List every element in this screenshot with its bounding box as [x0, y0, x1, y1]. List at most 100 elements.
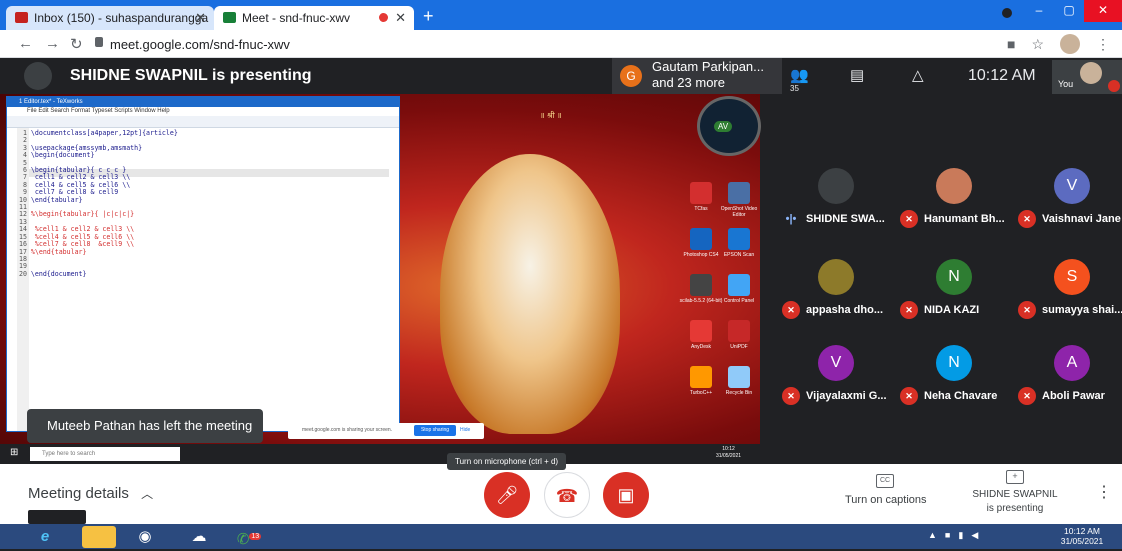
browser-menu-icon[interactable]: ⋮	[1096, 36, 1110, 53]
hide-button[interactable]: Hide	[460, 427, 470, 433]
participant-name: appasha dho...	[806, 304, 884, 316]
participant-name: SHIDNE SWA...	[806, 213, 885, 225]
desktop-icon-label: Control Panel	[723, 298, 755, 304]
editor-body[interactable]: 1 \documentclass[a4paper,12pt]{article} …	[7, 128, 399, 431]
code-line: 18	[19, 255, 178, 263]
other-participants-box[interactable]: G Gautam Parkipan... and 23 more	[612, 58, 782, 94]
chrome-icon[interactable]: ◉	[128, 526, 162, 548]
participant-tile[interactable]: ✕ appasha dho...	[782, 259, 902, 331]
code-line: 12 %\begin{tabular}{ |c|c|c|}	[19, 211, 178, 218]
participant-name: Neha Chavare	[924, 390, 998, 402]
desktop-app-icon	[690, 274, 712, 296]
close-tab-icon[interactable]: ✕	[395, 10, 406, 26]
system-tray: ▲ ■ ▮ ◀	[928, 530, 978, 541]
participant-left-toast: Muteeb Pathan has left the meeting	[27, 409, 263, 443]
address-bar-actions: ■ ☆ ⋮	[1007, 34, 1110, 54]
desktop-app-icon	[728, 228, 750, 250]
present-icon[interactable]: +	[1006, 470, 1024, 484]
participant-tile[interactable]: V ✕ Vaishnavi Jane	[1018, 168, 1122, 240]
profile-dot-icon	[1002, 8, 1012, 18]
wallpaper-banner-text: ॥ श्री ॥	[540, 111, 562, 120]
close-tab-icon[interactable]: ✕	[195, 10, 206, 26]
editor-toolbar[interactable]	[7, 116, 399, 128]
edge-icon[interactable]: e	[28, 526, 62, 548]
latex-source-code[interactable]: 1 \documentclass[a4paper,12pt]{article} …	[19, 129, 178, 278]
screen-sharing-bar: meet.google.com is sharing your screen. …	[288, 423, 484, 439]
wallpaper-image	[440, 154, 620, 434]
shared-taskbar-clock: 10:12 31/05/2021	[716, 446, 741, 460]
desktop-icon-label: EPSON Scan	[723, 252, 755, 258]
presenting-status[interactable]: SHIDNE SWAPNIL is presenting	[965, 488, 1065, 516]
presenter-title: SHIDNE SWAPNIL is presenting	[70, 67, 312, 84]
stop-sharing-button[interactable]: Stop sharing	[414, 425, 456, 436]
more-options-icon[interactable]: ⋮	[1096, 482, 1112, 502]
tray-app-icon[interactable]: ■	[945, 530, 950, 541]
leave-call-button[interactable]: ☎︎	[544, 472, 590, 518]
participant-tile[interactable]: N ✕ NIDA KAZI	[900, 259, 1020, 331]
volume-icon[interactable]: ◀	[971, 530, 978, 541]
desktop-app-icon	[728, 320, 750, 342]
code-text: %\end{tabular}	[30, 247, 87, 256]
file-explorer-icon[interactable]	[82, 526, 116, 548]
microphone-button[interactable]: 🎤︎	[484, 472, 530, 518]
url-field[interactable]: meet.google.com/snd-fnuc-xwv	[110, 37, 290, 52]
code-text: \begin{document}	[30, 151, 95, 160]
mic-off-icon	[1108, 80, 1120, 92]
tab-meet[interactable]: Meet - snd-fnuc-xwv ✕	[214, 6, 414, 30]
captions-button-label[interactable]: Turn on captions	[845, 494, 927, 506]
editor-title: 1 Editor.tex* - TeXworks	[7, 97, 399, 107]
forward-arrow-icon[interactable]: →	[45, 35, 60, 52]
app-icon[interactable]: ☁	[182, 526, 216, 548]
self-preview-thumbnail	[28, 510, 86, 524]
taskbar-clock[interactable]: 10:12 AM 31/05/2021	[1050, 526, 1114, 546]
shared-taskbar: ⊞ Type here to search 10:12 31/05/2021	[0, 444, 760, 464]
tab-title: Meet - snd-fnuc-xwv	[242, 11, 351, 25]
bookmark-star-icon[interactable]: ☆	[1031, 36, 1044, 53]
participant-avatar: G	[620, 65, 642, 87]
participant-tile[interactable]: N ✕ Neha Chavare	[900, 345, 1020, 417]
participant-tile[interactable]: ✕ Hanumant Bh...	[900, 168, 1020, 240]
desktop-app-icon	[728, 182, 750, 204]
mic-off-icon: ✕	[1018, 301, 1036, 319]
meeting-details-label: Meeting details	[28, 485, 129, 502]
participant-name: Hanumant Bh...	[924, 213, 1005, 225]
participant-name-row: ✕ Vijayalaxmi G...	[782, 387, 887, 405]
reload-icon[interactable]: ↻	[70, 35, 83, 53]
activities-icon[interactable]: △	[912, 66, 924, 84]
line-number: 20	[19, 269, 31, 278]
meeting-clock: 10:12 AM	[968, 67, 1036, 84]
maximize-button[interactable]: ▢	[1054, 0, 1084, 22]
close-window-button[interactable]: ✕	[1084, 0, 1122, 22]
participant-tile[interactable]: •|• SHIDNE SWA...	[782, 168, 902, 240]
minimize-button[interactable]: –	[1024, 0, 1054, 22]
meeting-details-button[interactable]: Meeting details ︿	[28, 485, 153, 502]
participant-name: Vijayalaxmi G...	[806, 390, 887, 402]
editor-menu[interactable]: File Edit Search Format Typeset Scripts …	[7, 107, 399, 116]
captions-icon[interactable]: CC	[876, 474, 894, 488]
people-icon[interactable]: 👥35	[790, 66, 809, 101]
participant-tile[interactable]: V ✕ Vijayalaxmi G...	[782, 345, 902, 417]
chat-icon[interactable]: ▤	[850, 66, 864, 84]
profile-avatar[interactable]	[1060, 34, 1080, 54]
participant-tile[interactable]: S ✕ sumayya shai...	[1018, 259, 1122, 331]
code-line: 1 \documentclass[a4paper,12pt]{article}	[19, 129, 178, 137]
participant-avatar	[818, 168, 854, 204]
camera-button[interactable]: ▣	[603, 472, 649, 518]
participant-name: Aboli Pawar	[1042, 390, 1105, 402]
code-text: %\begin{tabular}{ |c|c|c|}	[30, 210, 135, 219]
whatsapp-icon[interactable]: ✆ 13	[232, 526, 266, 548]
tray-chevron-icon[interactable]: ▲	[928, 530, 937, 541]
texworks-editor-window[interactable]: 1 Editor.tex* - TeXworks File Edit Searc…	[6, 96, 400, 432]
meet-header: SHIDNE SWAPNIL is presenting G Gautam Pa…	[0, 58, 1122, 94]
code-text: \documentclass[a4paper,12pt]{article}	[30, 129, 178, 137]
new-tab-button[interactable]: +	[423, 6, 434, 27]
code-text: \end{tabular}	[30, 195, 83, 204]
network-icon[interactable]: ▮	[958, 530, 963, 541]
self-view-tile[interactable]: You	[1052, 60, 1122, 94]
participant-tile[interactable]: A ✕ Aboli Pawar	[1018, 345, 1122, 417]
camera-blocked-icon[interactable]: ■	[1007, 36, 1015, 52]
back-arrow-icon[interactable]: ←	[18, 35, 33, 52]
wallpaper-logo: AV	[697, 96, 761, 156]
tab-gmail-inbox[interactable]: Inbox (150) - suhaspandurangga ✕	[6, 6, 214, 30]
presenting-line-1: SHIDNE SWAPNIL	[972, 489, 1058, 500]
